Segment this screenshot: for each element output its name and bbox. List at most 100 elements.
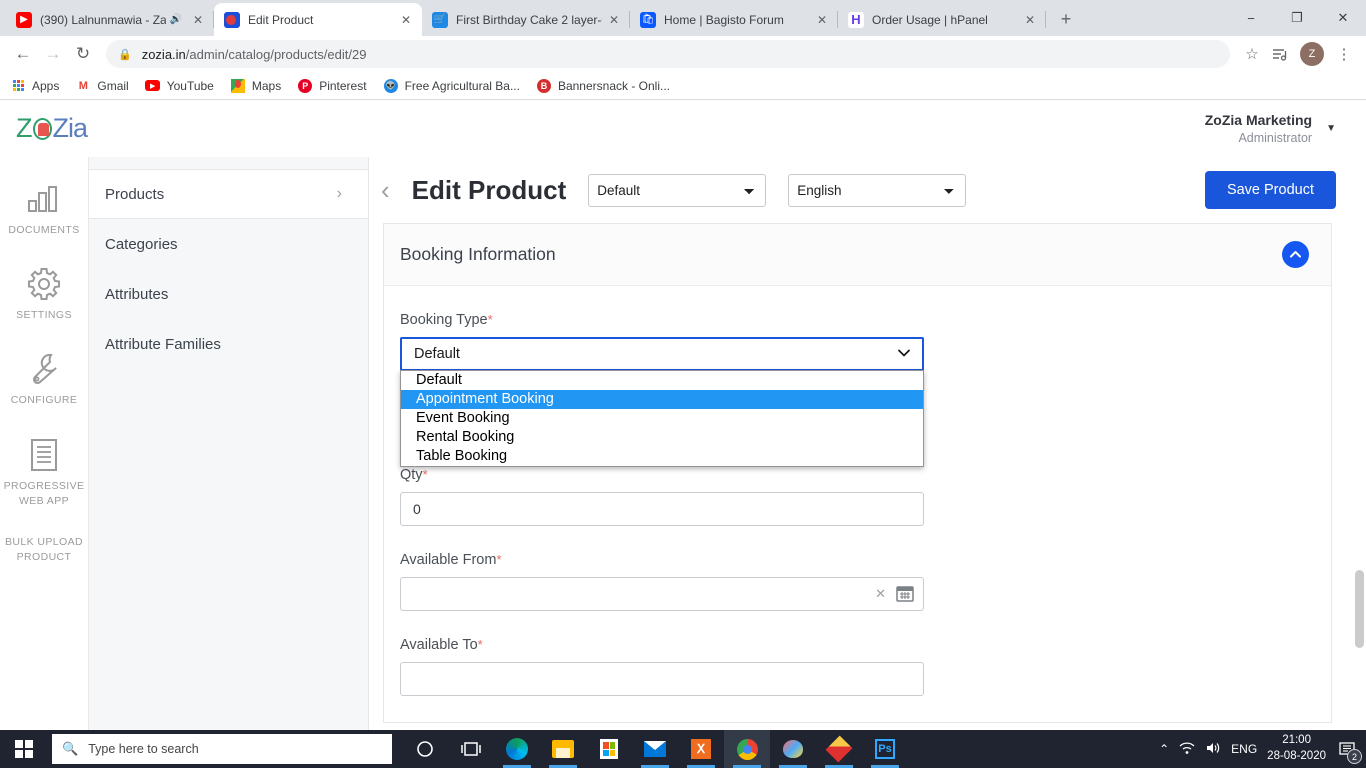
sidebar-item-bulk-upload-product[interactable]: BULK UPLOAD PRODUCT [0, 535, 88, 565]
reading-list-icon[interactable] [1266, 40, 1294, 68]
address-bar[interactable]: 🔒 zozia.in /admin/catalog/products/edit/… [106, 40, 1230, 68]
booking-type-option-list[interactable]: Default Appointment Booking Event Bookin… [400, 370, 924, 467]
available-from-input[interactable] [400, 577, 924, 611]
browser-tab-active[interactable]: Edit Product ✕ [214, 3, 422, 36]
reload-button[interactable]: ↻ [68, 39, 98, 69]
submenu-item-attribute-families[interactable]: Attribute Families [89, 319, 368, 369]
chevron-right-icon: › [336, 185, 342, 202]
bookmark-maps[interactable]: Maps [230, 78, 281, 94]
browser-tab[interactable]: 🛍 Home | Bagisto Forum ✕ [630, 3, 838, 36]
bookmark-star-icon[interactable]: ☆ [1238, 40, 1266, 68]
cortana-icon[interactable] [402, 730, 448, 768]
submenu-item-label: Products [105, 185, 165, 203]
network-icon[interactable] [1179, 741, 1195, 758]
tray-chevron-up-icon[interactable]: ⌃ [1159, 742, 1169, 756]
bookmark-free-agricultural[interactable]: 👽 Free Agricultural Ba... [383, 78, 520, 94]
back-chevron-icon[interactable]: ‹ [381, 177, 390, 203]
new-tab-button[interactable]: + [1052, 5, 1080, 33]
bookmark-bannersnack[interactable]: B Bannersnack - Onli... [536, 78, 670, 94]
app-body: DOCUMENTS SETTINGS CONFIGURE PROGRESSIVE… [0, 157, 1366, 730]
browser-tab[interactable]: 🛒 First Birthday Cake 2 layer-02 ✕ [422, 3, 630, 36]
tab-close-icon[interactable]: ✕ [190, 12, 206, 28]
back-button[interactable]: ← [8, 39, 38, 69]
mute-icon[interactable]: 🔊 [170, 14, 182, 25]
page-header: ‹ Edit Product Default English Save Prod… [369, 157, 1366, 223]
user-menu[interactable]: ZoZia Marketing Administrator ▼ [1205, 111, 1336, 147]
user-name-block: ZoZia Marketing Administrator [1205, 111, 1312, 147]
tab-close-icon[interactable]: ✕ [398, 12, 414, 28]
bookmark-pinterest[interactable]: P Pinterest [297, 78, 367, 94]
field-available-from: Available From* ✕ [400, 552, 1315, 611]
profile-avatar[interactable]: Z [1300, 42, 1324, 66]
taskbar-search[interactable]: 🔍 Type here to search [52, 734, 392, 764]
channel-select[interactable]: Default [588, 173, 767, 207]
bookmark-youtube[interactable]: ▶ YouTube [145, 78, 214, 94]
reddit-icon: 👽 [383, 78, 399, 94]
chrome-icon[interactable] [724, 730, 770, 768]
booking-type-select-shell: Default Default Appointment Booking Even… [400, 337, 924, 467]
sidebar-item-progressive-web-app[interactable]: PROGRESSIVE WEB APP [0, 435, 88, 509]
tab-close-icon[interactable]: ✕ [1022, 12, 1038, 28]
booking-type-option-highlighted[interactable]: Appointment Booking [401, 390, 923, 409]
photoshop-icon[interactable]: Ps [862, 730, 908, 768]
illustrator-icon[interactable] [816, 730, 862, 768]
sidebar-item-settings[interactable]: SETTINGS [0, 264, 88, 323]
pinterest-icon: P [297, 78, 313, 94]
task-view-icon[interactable] [448, 730, 494, 768]
forward-button[interactable]: → [38, 39, 68, 69]
submenu-item-products[interactable]: Products › [89, 169, 368, 219]
start-button[interactable] [0, 730, 48, 768]
available-from-label: Available From* [400, 552, 1315, 568]
booking-type-option[interactable]: Rental Booking [401, 428, 923, 447]
edge-icon[interactable] [494, 730, 540, 768]
file-explorer-icon[interactable] [540, 730, 586, 768]
booking-type-option[interactable]: Default [401, 371, 923, 390]
sidebar-item-configure[interactable]: CONFIGURE [0, 349, 88, 408]
mail-icon[interactable] [632, 730, 678, 768]
submenu-item-label: Attributes [105, 285, 169, 303]
browser-tab[interactable]: ▶ (390) Lalnunmawia - Zawlp 🔊 ✕ [6, 3, 214, 36]
chrome-menu-icon[interactable]: ⋮ [1330, 40, 1358, 68]
bookmark-gmail[interactable]: M Gmail [75, 78, 129, 94]
volume-icon[interactable] [1205, 741, 1221, 758]
booking-type-option[interactable]: Event Booking [401, 409, 923, 428]
booking-type-select[interactable]: Default [400, 337, 924, 371]
tab-close-icon[interactable]: ✕ [606, 12, 622, 28]
save-product-button[interactable]: Save Product [1204, 171, 1336, 209]
taskbar-clock[interactable]: 21:00 28-08-2020 [1267, 733, 1326, 764]
minimize-button[interactable]: − [1228, 0, 1274, 36]
close-window-button[interactable]: ✕ [1320, 0, 1366, 36]
xampp-icon[interactable]: Ⅹ [678, 730, 724, 768]
notifications-icon[interactable]: 2 [1336, 738, 1362, 764]
sidebar-item-documents[interactable]: DOCUMENTS [0, 179, 88, 238]
submenu-item-attributes[interactable]: Attributes [89, 269, 368, 319]
booking-type-option[interactable]: Table Booking [401, 447, 923, 466]
tab-close-icon[interactable]: ✕ [814, 12, 830, 28]
submenu-item-categories[interactable]: Categories [89, 219, 368, 269]
qty-input[interactable] [400, 492, 924, 526]
microsoft-store-icon[interactable] [586, 730, 632, 768]
collapse-toggle-icon[interactable] [1282, 241, 1309, 268]
clock-date: 28-08-2020 [1267, 750, 1326, 762]
paint-icon[interactable] [770, 730, 816, 768]
browser-tab[interactable]: H Order Usage | hPanel ✕ [838, 3, 1046, 36]
zozia-logo[interactable]: Z Zi a [16, 113, 88, 144]
available-to-input[interactable] [400, 662, 924, 696]
youtube-icon: ▶ [145, 78, 161, 94]
taskbar-apps: Ⅹ Ps [402, 730, 908, 768]
sidebar-item-label: CONFIGURE [10, 394, 78, 407]
field-available-to: Available To* [400, 637, 1315, 696]
app-header: Z Zi a ZoZia Marketing Administrator ▼ [0, 100, 1366, 157]
language-indicator[interactable]: ENG [1231, 742, 1257, 756]
chevron-down-icon [898, 348, 910, 360]
browser-toolbar: ← → ↻ 🔒 zozia.in /admin/catalog/products… [0, 36, 1366, 72]
logo-part-2: Zi [52, 113, 74, 143]
chevron-down-icon[interactable]: ▼ [1326, 123, 1336, 134]
submenu-item-label: Attribute Families [105, 335, 221, 353]
calendar-icon[interactable] [896, 584, 914, 607]
page-scrollbar-thumb[interactable] [1355, 570, 1364, 648]
clear-date-icon[interactable]: ✕ [875, 586, 886, 602]
maximize-button[interactable]: ❐ [1274, 0, 1320, 36]
locale-select[interactable]: English [788, 173, 967, 207]
bookmark-apps[interactable]: Apps [10, 78, 59, 94]
